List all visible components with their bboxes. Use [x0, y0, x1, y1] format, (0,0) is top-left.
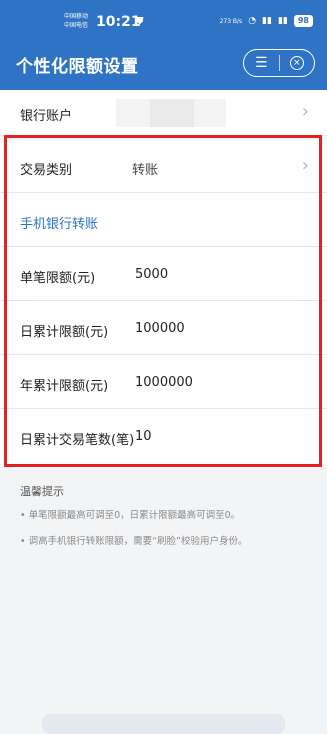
limit-row-yearly[interactable]: 年累计限额(元) 1000000 — [0, 355, 327, 409]
limit-row-daily[interactable]: 日累计限额(元) 100000 — [0, 301, 327, 355]
battery-icon: 98 — [293, 15, 313, 27]
limit-label: 日累计交易笔数(笔) — [20, 433, 135, 448]
shield-icon: ⛊ — [136, 16, 144, 27]
page-title: 个性化限额设置 — [16, 57, 139, 77]
bank-account-row[interactable]: 银行账户 › — [0, 90, 327, 136]
limit-label: 年累计限额(元) — [20, 379, 109, 394]
tip-item: • 调高手机银行转账限额，需要“刷脸”校验用户身份。 — [20, 536, 248, 547]
carrier-2: 中国电信 — [64, 22, 89, 29]
status-bar: 中国移动 中国电信 10:21 ⛊ 273 B/s ◔ ▮▮ ▮▮ 98 — [0, 8, 327, 36]
wifi-icon: ◔ — [248, 16, 257, 26]
tips-title: 温馨提示 — [20, 485, 64, 498]
limit-value-input[interactable]: 5000 — [135, 267, 168, 282]
limit-label: 单笔限额(元) — [20, 271, 96, 286]
bank-account-label: 银行账户 — [20, 109, 73, 124]
section-header-row: 手机银行转账 — [0, 193, 327, 247]
close-icon: × — [289, 56, 304, 70]
limit-label: 日累计限额(元) — [20, 325, 109, 340]
tip-item: • 单笔限额最高可调至0，日累计限额最高可调至0。 — [20, 510, 241, 521]
limit-row-daily-count[interactable]: 日累计交易笔数(笔) 10 — [0, 409, 327, 465]
signal-icon: ▮▮ — [262, 16, 272, 26]
transaction-type-row[interactable]: 交易类别 转账 › — [0, 140, 327, 193]
section-title: 手机银行转账 — [20, 217, 99, 232]
limit-row-single[interactable]: 单笔限额(元) 5000 — [0, 247, 327, 301]
transaction-type-value: 转账 — [132, 163, 159, 178]
carrier-info: 中国移动 中国电信 — [64, 12, 88, 30]
app-header: 中国移动 中国电信 10:21 ⛊ 273 B/s ◔ ▮▮ ▮▮ 98 个性化… — [0, 0, 327, 90]
close-button[interactable]: × — [279, 50, 314, 76]
net-speed: 273 B/s — [219, 17, 243, 25]
status-icons: 273 B/s ◔ ▮▮ ▮▮ 98 — [220, 15, 313, 27]
transaction-type-label: 交易类别 — [20, 163, 73, 178]
carrier-1: 中国移动 — [64, 13, 89, 20]
menu-button[interactable]: ☰ — [244, 50, 279, 76]
status-time: 10:21 — [96, 14, 141, 30]
limit-value-input[interactable]: 100000 — [135, 321, 185, 336]
menu-icon: ☰ — [254, 55, 268, 71]
limit-value-input[interactable]: 1000000 — [135, 375, 193, 390]
limit-value-input[interactable]: 10 — [135, 429, 152, 444]
masked-account-block — [150, 99, 194, 127]
bottom-button[interactable] — [42, 714, 285, 734]
signal-icon-2: ▮▮ — [277, 16, 288, 26]
chevron-right-icon: › — [301, 155, 309, 176]
chevron-right-icon: › — [301, 101, 309, 122]
mini-program-capsule: ☰ × — [243, 49, 315, 77]
